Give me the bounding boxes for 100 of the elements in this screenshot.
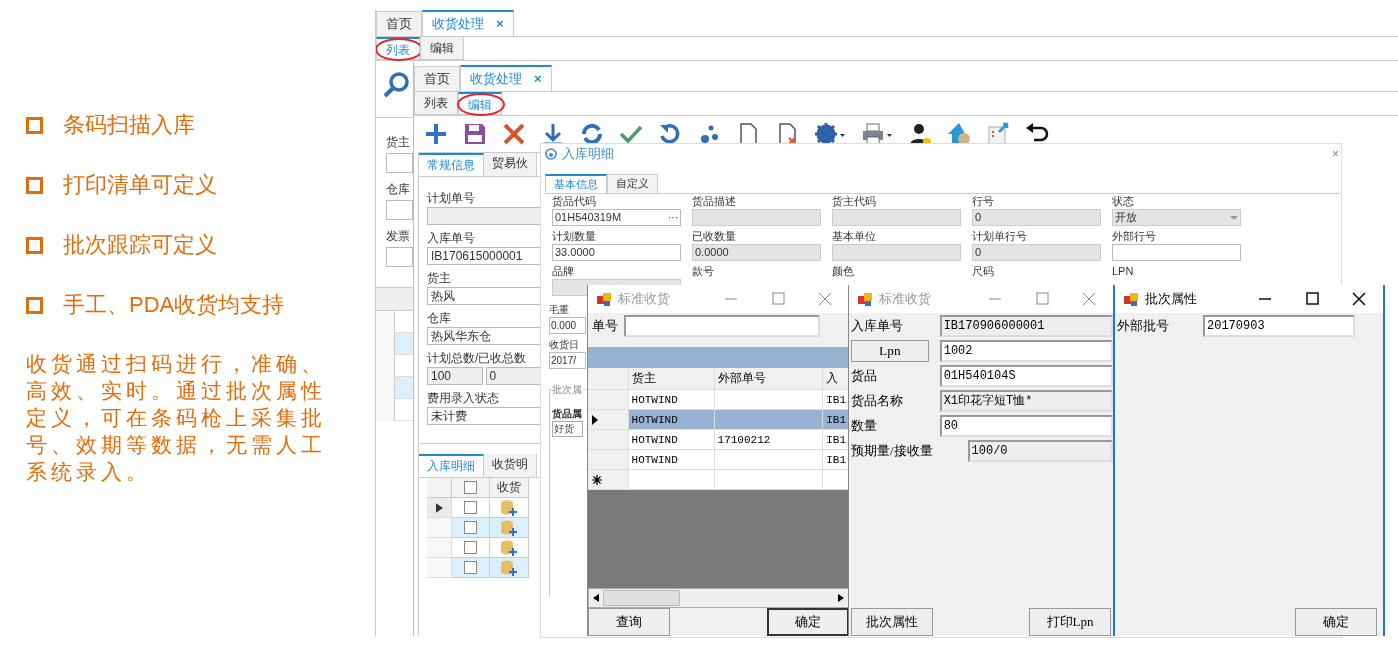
input-field[interactable]: 1002: [939, 339, 1113, 362]
bullet-text: 打印清单可定义: [63, 171, 217, 199]
column-header: 货主: [628, 368, 715, 390]
detail-tab[interactable]: 入库明细: [419, 454, 484, 477]
database-add-icon[interactable]: [501, 499, 517, 516]
input-field[interactable]: [386, 200, 413, 220]
app-icon: [857, 291, 873, 307]
input-field[interactable]: 33.0000: [552, 244, 681, 261]
view-tab[interactable]: 列表: [414, 92, 458, 115]
page-tab[interactable]: 收货处理 ×: [460, 65, 552, 91]
app-icon: [1123, 291, 1139, 307]
column-header: 外部单号: [714, 368, 824, 390]
save-icon[interactable]: [463, 122, 487, 146]
checkbox[interactable]: [464, 561, 477, 574]
input-field[interactable]: 80: [939, 414, 1113, 437]
field-label: 颜色: [832, 264, 855, 279]
input-field[interactable]: 未计费: [427, 407, 541, 425]
add-icon[interactable]: [424, 122, 448, 146]
lookup-button[interactable]: ···: [668, 210, 678, 225]
field-label: 款号: [692, 264, 715, 279]
input-field[interactable]: 热风华东仓: [427, 327, 541, 345]
column-header: 收货: [490, 478, 529, 498]
checkbox[interactable]: [464, 521, 477, 534]
field-label: 尺码: [972, 264, 995, 279]
field-label: 行号: [972, 194, 995, 209]
blurred-field[interactable]: [832, 209, 961, 226]
database-add-icon[interactable]: [501, 519, 517, 536]
database-add-icon[interactable]: [501, 539, 517, 556]
field-label: 货品名称: [851, 391, 904, 410]
table-row[interactable]: HOTWIND IB1: [588, 410, 849, 430]
dialog-button[interactable]: 批次属性: [851, 608, 933, 636]
view-tab[interactable]: 编辑: [458, 92, 502, 115]
dropdown-field[interactable]: 好货: [552, 421, 583, 437]
close-tab-button[interactable]: ×: [534, 67, 542, 91]
window-title: 批次属性: [1145, 290, 1197, 308]
scroll-right-icon[interactable]: [838, 594, 844, 602]
field-label: 基本单位: [832, 229, 877, 244]
dialog-tab[interactable]: 基本信息: [545, 174, 607, 193]
lpn-button[interactable]: Lpn: [851, 339, 929, 362]
input-field[interactable]: 100/0: [967, 439, 1113, 462]
input-field[interactable]: 热风: [427, 287, 541, 305]
input-field[interactable]: 0.000: [549, 317, 586, 334]
page-tab[interactable]: 首页: [376, 11, 422, 36]
checklist-icon[interactable]: [986, 122, 1010, 146]
blurred-field[interactable]: [692, 209, 821, 226]
page-tab[interactable]: 首页: [414, 66, 460, 91]
form-tab[interactable]: 常规信息: [419, 153, 484, 176]
dialog-icon: [545, 148, 557, 160]
field-label: 货品代码: [552, 194, 597, 209]
window-controls-icon[interactable]: [1259, 292, 1369, 306]
input-field[interactable]: X1印花字短T恤*: [939, 389, 1113, 412]
form-tab[interactable]: 贸易伙: [484, 153, 537, 176]
field-label: 货主: [427, 270, 452, 287]
bullet-square-icon: [26, 236, 43, 254]
field-label: 入库单号: [851, 316, 904, 335]
checkbox[interactable]: [464, 481, 477, 494]
undo-icon[interactable]: [658, 122, 682, 146]
close-tab-button[interactable]: ×: [496, 12, 504, 36]
dialog-button[interactable]: 打印Lpn: [1029, 608, 1111, 636]
input-field[interactable]: IB170615000001: [427, 247, 541, 265]
dialog-tab[interactable]: 自定义: [607, 174, 658, 193]
input-field[interactable]: [386, 153, 413, 173]
checkbox[interactable]: [464, 541, 477, 554]
horizontal-scrollbar[interactable]: [588, 588, 849, 608]
delete-icon[interactable]: [502, 122, 526, 146]
input-field[interactable]: 2017/: [549, 352, 586, 369]
field-label: LPN: [1112, 264, 1135, 279]
field-label: 货主: [386, 134, 411, 150]
bullet-text: 批次跟踪可定义: [63, 231, 217, 259]
table-row[interactable]: HOTWIND IB1: [588, 450, 849, 470]
table-row[interactable]: HOTWIND 17100212 IB1: [588, 430, 849, 450]
view-tab[interactable]: 编辑: [420, 37, 464, 60]
input-field[interactable]: IB170906000001: [939, 314, 1113, 337]
view-tab[interactable]: 列表: [376, 37, 420, 60]
field-label: 数量: [851, 416, 878, 435]
input-field[interactable]: [1112, 244, 1241, 261]
search-icon[interactable]: [382, 71, 410, 99]
lookup-field[interactable]: 01H540319M ···: [552, 209, 681, 226]
field-label: 外部行号: [1112, 229, 1157, 244]
field-label: 货品: [851, 366, 878, 385]
field-label: 计划单行号: [972, 229, 1028, 244]
dialog-button[interactable]: 查询: [588, 608, 670, 636]
input-field[interactable]: 20170903: [1203, 314, 1355, 337]
input-field[interactable]: 01H540104S: [939, 364, 1113, 387]
row-indicator[interactable]: [427, 498, 452, 518]
table-cell: IB1: [823, 410, 849, 430]
refresh-icon[interactable]: [580, 122, 604, 146]
dialog-button[interactable]: 确定: [767, 608, 849, 636]
input-field[interactable]: [386, 247, 413, 267]
close-button[interactable]: ×: [1332, 147, 1339, 161]
database-add-icon[interactable]: [501, 559, 517, 576]
input-field[interactable]: [624, 315, 820, 337]
checkbox[interactable]: [464, 501, 477, 514]
table-row[interactable]: HOTWIND IB1: [588, 390, 849, 410]
detail-tab[interactable]: 收货明: [484, 454, 537, 477]
dialog-button[interactable]: 确定: [1295, 608, 1377, 636]
settings-icon[interactable]: [814, 122, 846, 146]
page-tab[interactable]: 收货处理 ×: [422, 10, 514, 36]
new-row-icon: [592, 474, 602, 485]
scroll-left-icon[interactable]: [593, 594, 599, 602]
